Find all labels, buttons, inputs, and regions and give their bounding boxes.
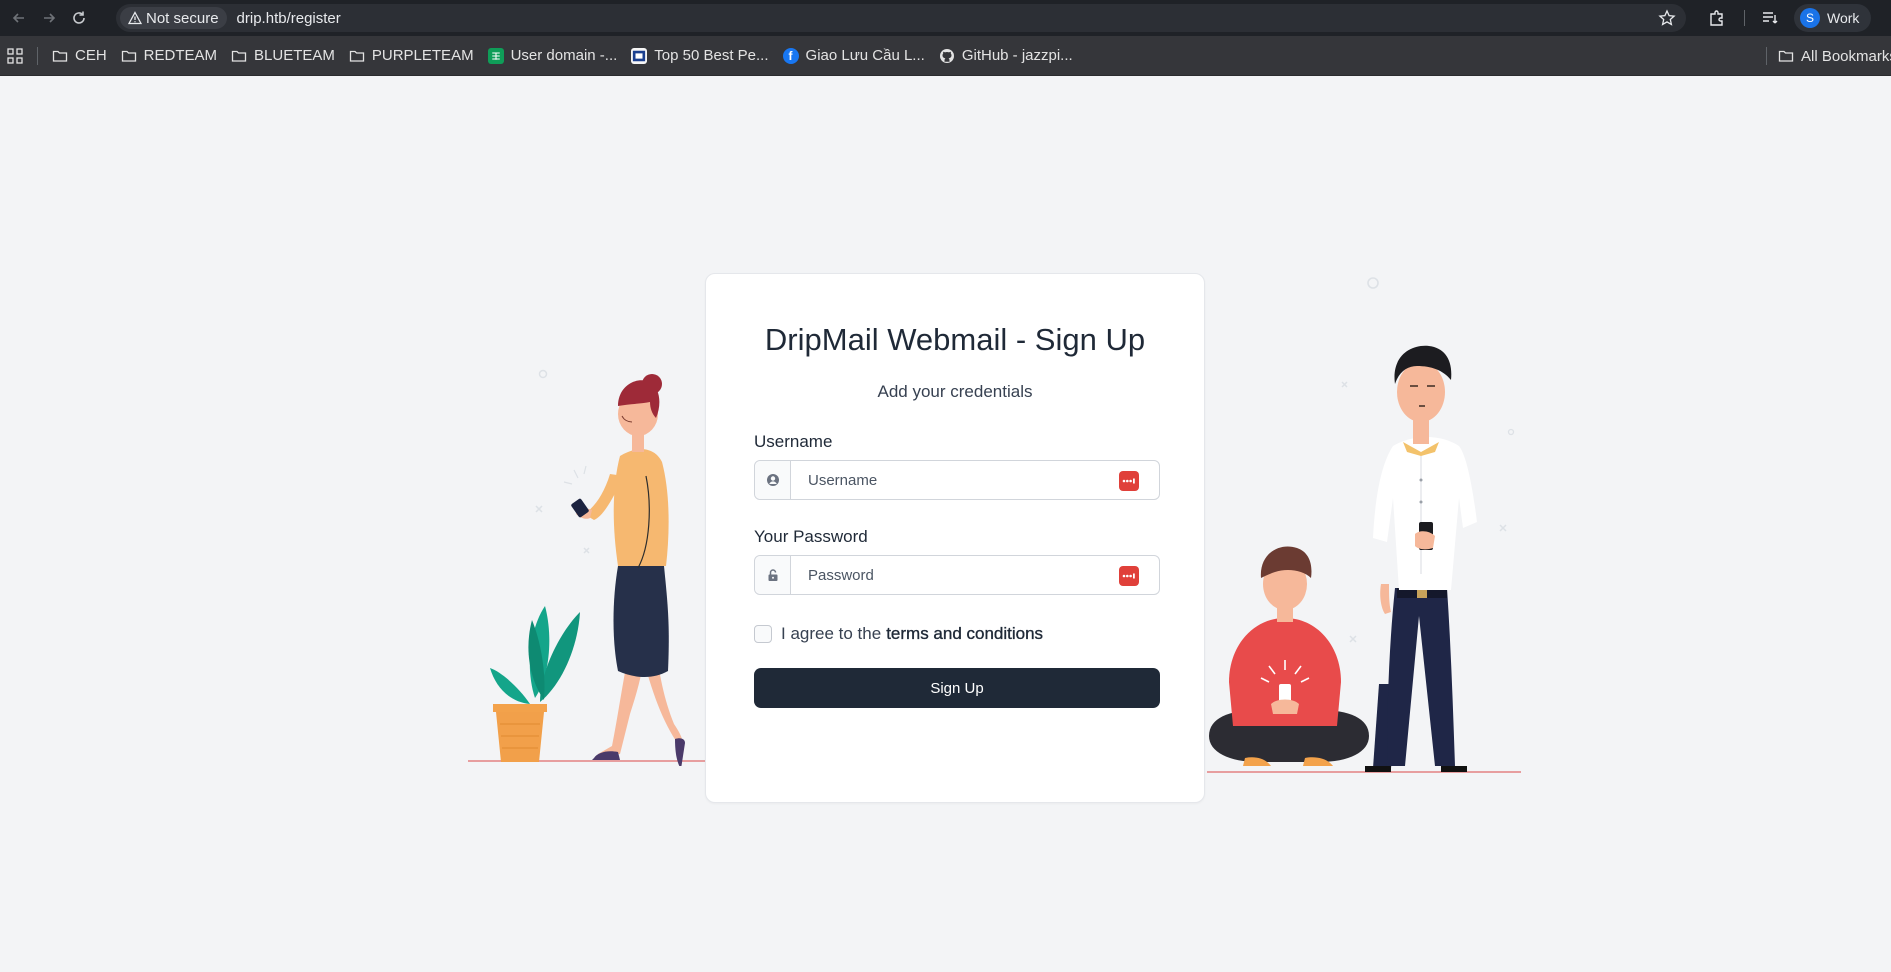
bookmark-label: User domain -... bbox=[510, 47, 618, 64]
profile-button[interactable]: S Work bbox=[1794, 4, 1872, 32]
bookmarks-divider bbox=[37, 46, 38, 65]
bookmark-label: REDTEAM bbox=[143, 47, 218, 64]
password-addon bbox=[755, 556, 791, 594]
not-secure-label: Not secure bbox=[146, 9, 219, 27]
folder-icon bbox=[1778, 50, 1794, 62]
bookmark-giao-luu[interactable]: f Giao Lưu Cầu L... bbox=[782, 42, 925, 70]
reload-button[interactable] bbox=[68, 7, 90, 29]
password-label: Your Password bbox=[754, 527, 868, 546]
site-icon bbox=[631, 47, 648, 64]
men-with-phones-illustration bbox=[1207, 277, 1521, 773]
profile-name: Work bbox=[1827, 10, 1860, 26]
bookmark-github[interactable]: GitHub - jazzpi... bbox=[939, 42, 1073, 70]
facebook-icon: f bbox=[782, 47, 799, 64]
terms-link[interactable]: terms and conditions bbox=[886, 624, 1043, 644]
sheets-icon bbox=[487, 47, 504, 64]
bookmark-top-50[interactable]: Top 50 Best Pe... bbox=[631, 42, 769, 70]
bookmark-label: GitHub - jazzpi... bbox=[961, 47, 1073, 64]
all-bookmarks-button[interactable]: All Bookmarks bbox=[1778, 44, 1891, 68]
bookmark-label: BLUETEAM bbox=[254, 47, 335, 64]
browser-toolbar: Not secure drip.htb/register S Work bbox=[0, 0, 1891, 36]
not-secure-chip[interactable]: Not secure bbox=[120, 7, 227, 29]
password-manager-icon[interactable] bbox=[1119, 566, 1139, 586]
page-content: DripMail Webmail - Sign Up Add your cred… bbox=[0, 76, 1891, 972]
warning-icon bbox=[128, 11, 142, 25]
address-bar[interactable]: Not secure drip.htb/register bbox=[116, 4, 1686, 32]
apps-grid-icon[interactable] bbox=[7, 47, 23, 64]
folder-icon bbox=[349, 50, 365, 62]
bookmark-label: Top 50 Best Pe... bbox=[654, 47, 769, 64]
username-addon bbox=[755, 461, 791, 499]
bookmark-folder-ceh[interactable]: CEH bbox=[52, 42, 107, 70]
toolbar-divider bbox=[1744, 10, 1745, 26]
reload-icon bbox=[73, 11, 85, 24]
folder-icon bbox=[121, 50, 136, 62]
folder-icon bbox=[52, 50, 68, 62]
avatar: S bbox=[1800, 8, 1820, 28]
page-subtitle: Add your credentials bbox=[877, 382, 1033, 401]
password-manager-icon[interactable] bbox=[1119, 471, 1139, 491]
username-input[interactable] bbox=[792, 461, 1122, 499]
bookmark-folder-blueteam[interactable]: BLUETEAM bbox=[231, 42, 335, 70]
signup-card: DripMail Webmail - Sign Up Add your cred… bbox=[705, 273, 1205, 803]
back-arrow-icon bbox=[12, 13, 24, 23]
username-label: Username bbox=[754, 432, 833, 451]
signup-button[interactable]: Sign Up bbox=[754, 668, 1160, 708]
bookmarks-bar: CEH REDTEAM BLUETEAM PURPLETEAM User dom… bbox=[0, 36, 1891, 76]
password-input[interactable] bbox=[792, 556, 1122, 594]
terms-prefix: I agree to the bbox=[781, 624, 882, 643]
all-bookmarks-label: All Bookmarks bbox=[1801, 47, 1891, 65]
forward-button[interactable] bbox=[38, 7, 60, 29]
terms-checkbox[interactable] bbox=[754, 625, 772, 643]
url-text[interactable]: drip.htb/register bbox=[237, 10, 341, 27]
folder-icon bbox=[231, 50, 247, 62]
reading-list-icon[interactable] bbox=[1760, 8, 1780, 28]
bookmarks-divider bbox=[1766, 47, 1767, 65]
bookmark-star-icon[interactable] bbox=[1658, 9, 1676, 27]
terms-row: I agree to the terms and conditions bbox=[754, 624, 1043, 644]
user-circle-icon bbox=[766, 474, 779, 486]
bookmark-folder-purpleteam[interactable]: PURPLETEAM bbox=[349, 42, 474, 70]
username-field bbox=[754, 460, 1160, 500]
forward-arrow-icon bbox=[44, 13, 56, 23]
bookmark-user-domain[interactable]: User domain -... bbox=[487, 42, 618, 70]
back-button[interactable] bbox=[8, 7, 30, 29]
woman-with-phone-illustration bbox=[468, 369, 705, 766]
bookmark-label: Giao Lưu Cầu L... bbox=[805, 47, 925, 64]
bookmark-label: PURPLETEAM bbox=[371, 47, 474, 64]
password-field bbox=[754, 555, 1160, 595]
page-title: DripMail Webmail - Sign Up bbox=[764, 322, 1146, 357]
github-icon bbox=[939, 48, 954, 63]
bookmark-label: CEH bbox=[75, 47, 107, 64]
bookmark-folder-redteam[interactable]: REDTEAM bbox=[121, 42, 217, 70]
extensions-icon[interactable] bbox=[1707, 8, 1727, 28]
unlock-icon bbox=[768, 569, 777, 581]
